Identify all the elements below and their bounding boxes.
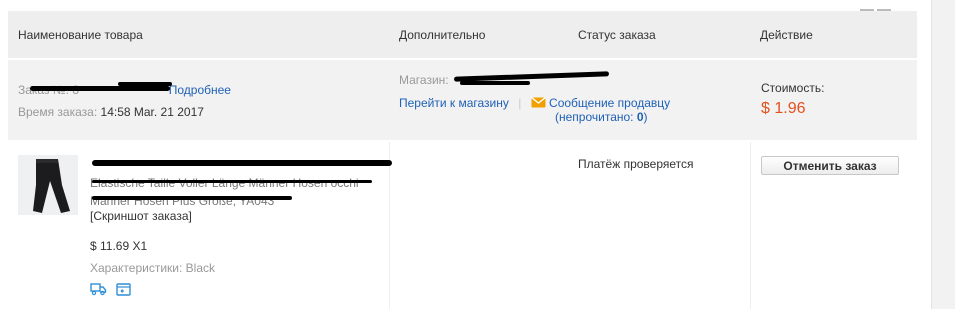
trousers-image (18, 155, 78, 215)
order-item-row: Elastische Taille Voller Länge Männer Ho… (8, 142, 917, 309)
store-actions-line: Перейти к магазину | Сообщение продавцу (399, 96, 670, 111)
product-title-line: Männer Hosen Plus Größe, YA043 (90, 194, 275, 208)
message-seller-link[interactable]: Сообщение продавцу (549, 96, 670, 110)
attributes-label: Характеристики: (90, 261, 183, 275)
unread-suffix: ) (643, 110, 648, 124)
store-line: Магазин: (399, 73, 449, 87)
store-label: Магазин: (399, 73, 449, 87)
redaction-mark (118, 82, 172, 86)
price-quantity: $ 11.69 X1 (90, 239, 148, 253)
delivery-truck-icon[interactable] (90, 282, 107, 299)
right-scroll-strip (931, 0, 955, 309)
column-divider (750, 142, 751, 309)
order-screenshot-link[interactable]: [Скриншот заказа] (90, 209, 192, 223)
order-status: Платёж проверяется (578, 157, 694, 171)
snapshot-icon[interactable] (116, 282, 132, 299)
details-link[interactable]: Подробнее (169, 83, 231, 97)
separator: | (518, 96, 522, 110)
order-time-label: Время заказа: (18, 105, 98, 119)
unread-prefix: (непрочитано: (555, 110, 637, 124)
item-icons (90, 282, 132, 299)
order-time-value: 14:58 Mar. 21 2017 (100, 105, 204, 119)
table-header: Наименование товара Дополнительно Статус… (8, 11, 917, 58)
goto-store-link[interactable]: Перейти к магазину (399, 96, 509, 110)
col-action-header: Действие (760, 28, 813, 42)
cost-value: $ 1.96 (761, 100, 806, 117)
col-status-header: Статус заказа (578, 28, 656, 42)
redaction-mark (92, 196, 292, 200)
col-additional-header: Дополнительно (399, 28, 486, 42)
attributes-line: Характеристики: Black (90, 261, 215, 275)
redaction-mark (460, 81, 530, 85)
order-time-line: Время заказа: 14:58 Mar. 21 2017 (18, 105, 204, 119)
cancel-order-button[interactable]: Отменить заказ (761, 156, 899, 175)
orders-table: Наименование товара Дополнительно Статус… (8, 0, 917, 309)
product-title-line: Elastische Taille Voller Länge Männer Ho… (90, 176, 359, 190)
envelope-icon (530, 96, 546, 111)
redaction-mark (92, 160, 392, 166)
cost-label: Стоимость: (761, 81, 825, 95)
redaction-mark (92, 180, 372, 183)
order-summary-row: Заказ №: 8 Подробнее Время заказа: 14:58… (8, 60, 917, 140)
redaction-mark (30, 86, 170, 91)
product-thumbnail[interactable] (18, 155, 78, 215)
unread-count: 0 (636, 110, 644, 124)
col-product-header: Наименование товара (18, 28, 143, 42)
attributes-value: Black (185, 261, 215, 275)
unread-messages: (непрочитано: 0) (555, 110, 648, 124)
